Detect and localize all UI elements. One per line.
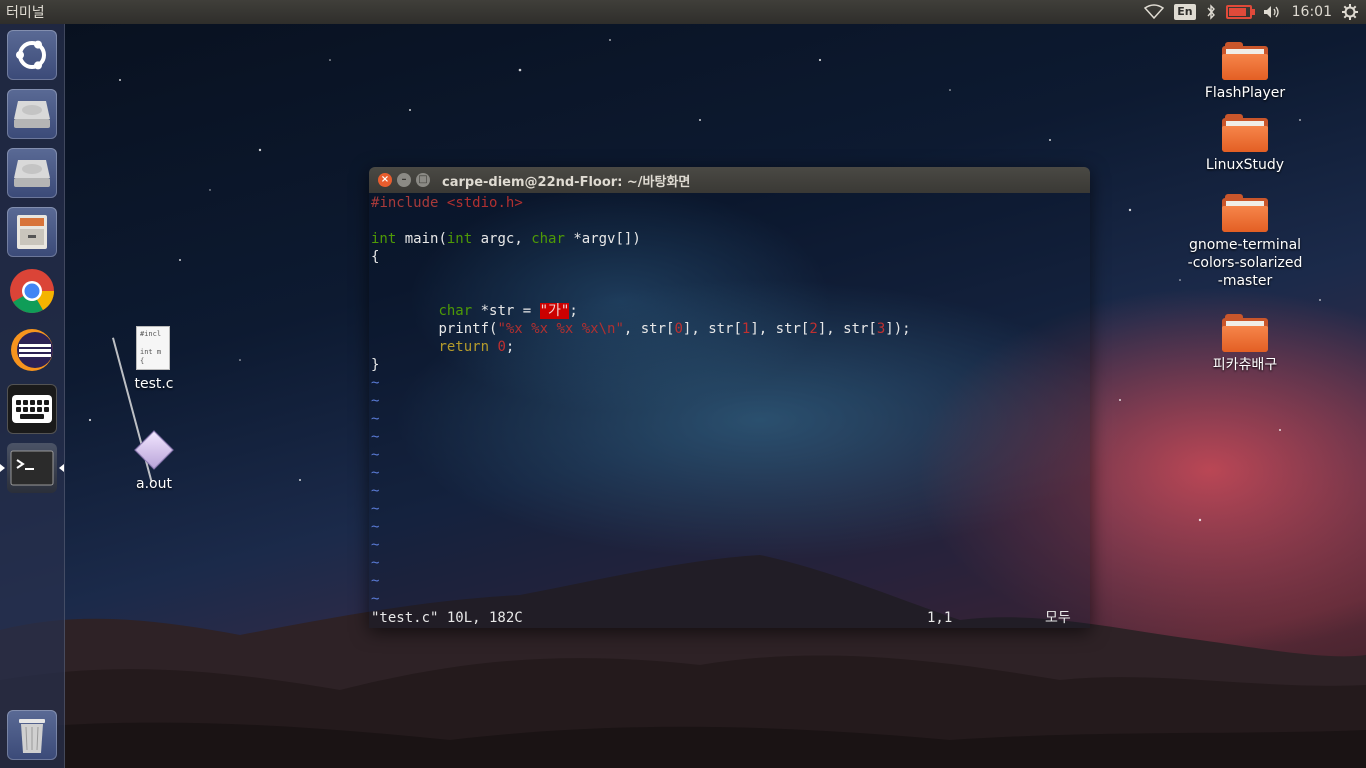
focused-indicator [59,464,64,472]
battery-gauge [1225,5,1255,19]
c-file-icon[interactable]: #incl int m { [136,326,170,370]
code-token: argc, [472,231,532,247]
code-line-9: return 0; [371,338,514,356]
trash-icon[interactable] [7,710,57,760]
code-token: ; [505,339,515,355]
empty-line-marker: ~ [371,537,380,553]
empty-line-marker: ~ [371,411,380,427]
vim-editor[interactable]: #include <stdio.h> int main(int argc, ch… [369,193,1090,628]
code-token: char [438,303,473,319]
desktop-folder-gnome-terminal-colors[interactable]: gnome-terminal-colors-solarized-master [1185,194,1305,290]
code-line-4: { [371,249,380,265]
empty-line-marker: ~ [371,375,380,391]
drive-icon[interactable] [7,89,57,139]
empty-line-marker: ~ [371,519,380,535]
folder-icon [1222,314,1268,352]
code-line-8: printf("%x %x %x %x\n", str[0], str[1], … [371,320,911,338]
code-line-7: char *str = "가"; [371,302,578,320]
code-token: printf( [438,321,498,337]
keyboard-icon[interactable] [7,384,57,434]
terminal-icon[interactable] [7,443,57,493]
empty-line-marker: ~ [371,465,380,481]
terminal-window[interactable]: × – □ carpe-diem@22nd-Floor: ~/바탕화면 #inc… [369,167,1090,628]
desktop-item-test-c[interactable]: test.c [99,375,209,393]
vim-cursor-position: 1,1 [927,610,953,626]
empty-line-marker: ~ [371,591,380,607]
code-token: ], str[ [817,321,877,337]
chrome-icon[interactable] [7,266,57,316]
launcher [0,24,65,768]
empty-line-marker: ~ [371,393,380,409]
volume-icon[interactable] [1262,3,1282,21]
empty-line-marker: ~ [371,501,380,517]
vim-scroll-position: 모두 [1045,610,1071,626]
folder-icon [1222,114,1268,152]
drive-icon[interactable] [7,148,57,198]
desktop-item-label: test.c [134,376,174,392]
code-token: 3 [876,321,886,337]
code-token: *argv[]) [564,231,641,247]
minimize-button[interactable]: – [397,173,411,187]
keyboard-layout-indicator[interactable]: En [1174,3,1196,21]
desktop-item-label: gnome-terminal-colors-solarized-master [1187,237,1303,289]
folder-icon [1222,194,1268,232]
keyboard-layout-label: En [1174,4,1196,20]
file-preview: #incl int m { [140,330,162,365]
top-panel: 터미널 En 16:01 [0,0,1366,24]
code-line-3: int main(int argc, char *argv[]) [371,230,641,248]
empty-line-marker: ~ [371,447,380,463]
eclipse-icon[interactable] [7,325,57,375]
empty-line-marker: ~ [371,555,380,571]
code-line-10: } [371,357,380,373]
bluetooth-icon[interactable] [1206,3,1216,21]
code-token: include [379,195,439,211]
running-indicator [0,464,5,472]
window-title: carpe-diem@22nd-Floor: ~/바탕화면 [442,174,691,190]
empty-line-marker: ~ [371,429,380,445]
desktop-folder-linuxstudy[interactable]: LinuxStudy [1190,114,1300,174]
code-line-1: #include <stdio.h> [371,194,523,212]
code-token-highlighted: "가" [539,303,570,319]
gear-icon[interactable] [1342,3,1358,21]
window-titlebar[interactable]: × – □ carpe-diem@22nd-Floor: ~/바탕화면 [369,167,1090,193]
code-token: 0 [489,339,506,355]
indicator-area: En 16:01 [1144,3,1366,21]
code-token: char [531,231,565,247]
code-token: main( [396,231,447,247]
code-token: int [446,231,473,247]
code-token: , str[ [623,321,675,337]
vim-status-file: "test.c" 10L, 182C [371,610,523,626]
code-token: "%x %x %x %x\n" [497,321,624,337]
desktop-item-label: 피카츄배구 [1212,357,1278,373]
battery-fill [1228,8,1246,16]
desktop-folder-flashplayer[interactable]: FlashPlayer [1190,42,1300,102]
empty-line-marker: ~ [371,483,380,499]
desktop-folder-pikachu[interactable]: 피카츄배구 [1190,314,1300,374]
code-token: ]); [885,321,911,337]
code-token: ], str[ [750,321,810,337]
battery-icon[interactable] [1225,3,1255,21]
ubuntu-dash-icon[interactable] [7,30,57,80]
desktop-item-label: FlashPlayer [1204,85,1286,101]
code-token: 2 [809,321,818,337]
desktop-item-label: LinuxStudy [1205,157,1285,173]
close-button[interactable]: × [378,173,392,187]
desktop-item-label: a.out [136,476,172,492]
active-app-title: 터미널 [6,5,45,21]
code-token: ; [569,303,578,319]
file-cabinet-icon[interactable] [7,207,57,257]
code-token: 0 [674,321,683,337]
folder-icon [1222,42,1268,80]
code-token: ], str[ [682,321,742,337]
desktop-item-a-out[interactable]: a.out [99,475,209,493]
wifi-icon[interactable] [1144,3,1165,21]
empty-line-marker: ~ [371,573,380,589]
code-token: <stdio.h> [446,195,523,211]
code-token: int [371,231,397,247]
code-token: return [438,339,490,355]
maximize-button[interactable]: □ [416,173,430,187]
clock[interactable]: 16:01 [1292,4,1332,20]
code-token: *str = [472,303,540,319]
